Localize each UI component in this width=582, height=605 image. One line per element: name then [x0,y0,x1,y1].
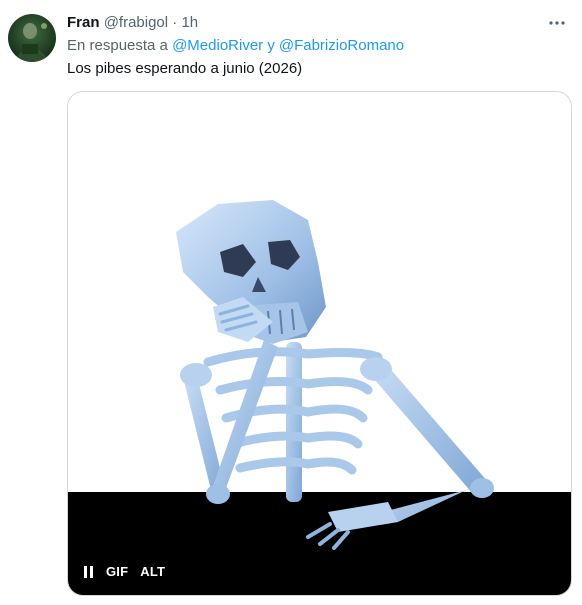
gif-badge[interactable]: GIF [106,564,128,579]
tweet-header: Fran @frabigol · 1h [67,13,198,33]
reply-mention-medioriver[interactable]: @MedioRiver [172,37,263,54]
tweet-text: Los pibes esperando a junio (2026) [67,60,303,77]
reply-prefix: En respuesta a [67,37,168,54]
skeleton-gif-image [68,92,571,595]
more-dots-icon [549,21,565,25]
reply-context: En respuesta a @MedioRiver y @FabrizioRom… [67,36,404,56]
tweet[interactable]: Fran @frabigol · 1h En respuesta a @Medi… [0,0,582,605]
author-name[interactable]: Fran [67,14,100,31]
tweet-time[interactable]: 1h [181,14,198,31]
alt-badge[interactable]: ALT [140,564,165,579]
gif-media[interactable]: GIF ALT [67,91,572,596]
separator-dot: · [172,14,178,31]
reply-mention-fabrizioromano[interactable]: @FabrizioRomano [279,37,404,54]
author-handle[interactable]: @frabigol [104,14,168,31]
more-button[interactable] [544,10,570,36]
pause-button[interactable] [84,565,94,578]
reply-conjunction: y [267,37,275,54]
avatar-image [8,14,56,62]
gif-controls: GIF ALT [84,564,165,579]
avatar[interactable] [8,14,56,62]
pause-icon [84,565,93,578]
